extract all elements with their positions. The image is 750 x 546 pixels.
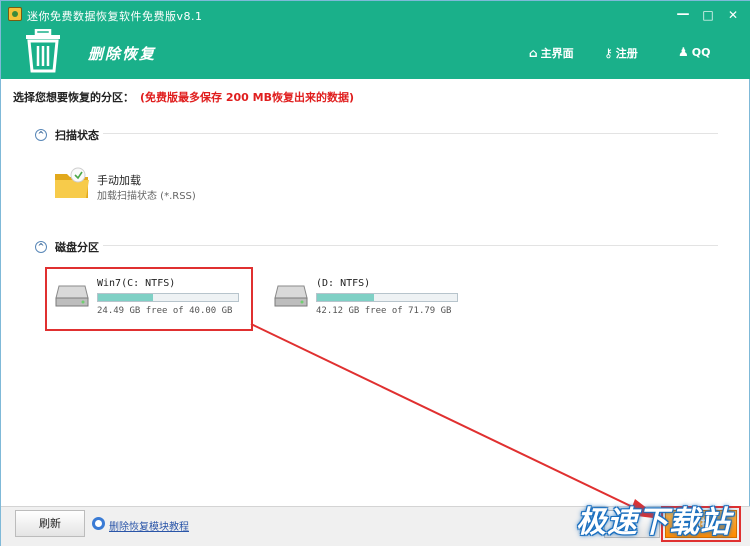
- collapse-chevron-icon[interactable]: ^: [35, 129, 47, 141]
- app-logo-icon: [8, 7, 22, 21]
- nav-home[interactable]: ⌂ 主界面: [529, 45, 574, 61]
- header-bar: 迷你免费数据恢复软件免费版v8.1 — □ ✕ 删除恢复 ⌂ 主界面 ⚷ 注册 …: [1, 1, 750, 79]
- hard-drive-icon: [274, 285, 308, 307]
- tutorial-link[interactable]: 删除恢复模块教程: [109, 518, 189, 533]
- app-window: 迷你免费数据恢复软件免费版v8.1 — □ ✕ 删除恢复 ⌂ 主界面 ⚷ 注册 …: [0, 0, 750, 546]
- nav-home-label: 主界面: [540, 47, 574, 60]
- nav-qq[interactable]: ♟ QQ: [678, 45, 710, 59]
- home-icon: ⌂: [529, 46, 538, 60]
- nav-register-label: 注册: [615, 47, 638, 60]
- usage-bar: [316, 293, 458, 302]
- highlight-box-drive-c: [45, 267, 253, 331]
- refresh-button[interactable]: 刷新: [15, 510, 85, 537]
- watermark-text: 极速下载站: [576, 505, 731, 540]
- title-bar: 迷你免费数据恢复软件免费版v8.1 — □ ✕: [1, 1, 750, 27]
- nav-qq-label: QQ: [691, 45, 711, 59]
- divider: [103, 245, 718, 246]
- scan-section-header[interactable]: ^ 扫描状态: [35, 127, 99, 143]
- maximize-button[interactable]: □: [698, 7, 718, 23]
- qq-icon: ♟: [678, 45, 689, 59]
- prompt-label: 选择您想要恢复的分区：: [13, 91, 134, 104]
- window-title: 迷你免费数据恢复软件免费版v8.1: [27, 10, 203, 23]
- prompt-warning: (免费版最多保存 200 MB恢复出来的数据): [140, 91, 355, 104]
- help-lifebuoy-icon: [92, 517, 105, 530]
- drive-d[interactable]: (D: NTFS) 42.12 GB free of 71.79 GB: [274, 278, 464, 326]
- disk-section-header[interactable]: ^ 磁盘分区: [35, 239, 99, 255]
- partition-prompt: 选择您想要恢复的分区： (免费版最多保存 200 MB恢复出来的数据): [13, 89, 354, 105]
- drive-free-space: 42.12 GB free of 71.79 GB: [316, 306, 452, 316]
- drive-name: (D: NTFS): [316, 278, 371, 289]
- scan-section-title: 扫描状态: [55, 129, 99, 142]
- manual-load-title[interactable]: 手动加载: [97, 172, 141, 188]
- disk-section-title: 磁盘分区: [55, 241, 99, 254]
- folder-load-icon[interactable]: [54, 166, 90, 200]
- usage-bar-fill: [317, 294, 375, 301]
- collapse-chevron-icon[interactable]: ^: [35, 241, 47, 253]
- key-icon: ⚷: [604, 46, 613, 60]
- manual-load-subtitle: 加载扫描状态 (*.RSS): [97, 191, 196, 202]
- nav-register[interactable]: ⚷ 注册: [604, 45, 638, 61]
- minimize-button[interactable]: —: [673, 7, 693, 23]
- close-button[interactable]: ✕: [723, 7, 743, 23]
- divider: [103, 133, 718, 134]
- trash-icon: [26, 29, 60, 73]
- page-title: 删除恢复: [88, 45, 157, 63]
